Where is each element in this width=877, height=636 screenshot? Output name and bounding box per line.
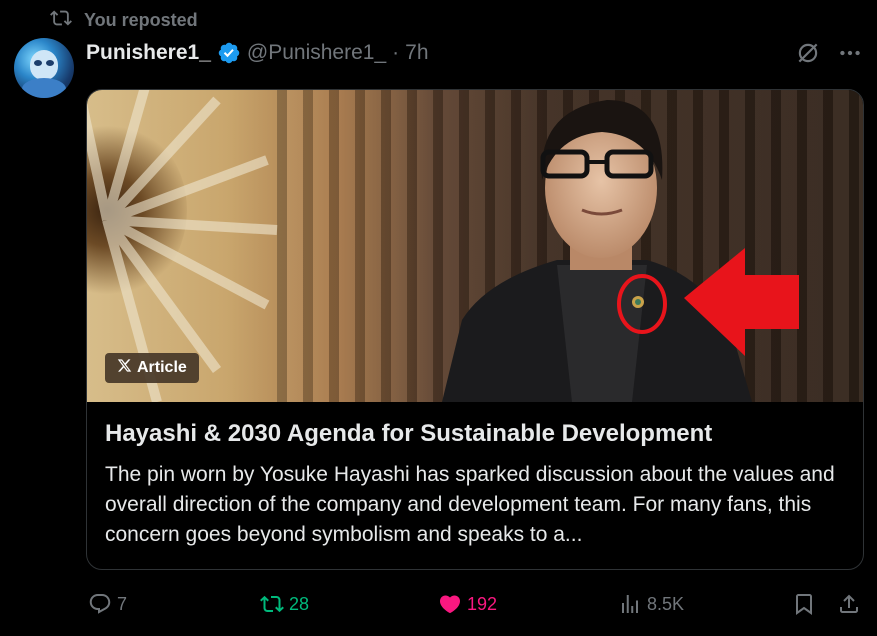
action-bar: 7 28 192 8.5K [88,590,864,618]
article-title[interactable]: Hayashi & 2030 Agenda for Sustainable De… [105,420,712,448]
article-image: Article [87,90,863,402]
share-icon [837,592,861,616]
bookmark-button[interactable] [792,590,816,618]
like-button[interactable]: 192 [438,590,497,618]
repost-icon [50,7,72,34]
share-button[interactable] [837,590,861,618]
post-time[interactable]: 7h [405,41,428,65]
reply-icon [88,592,112,616]
article-badge-label: Article [137,359,187,376]
reply-button[interactable]: 7 [88,590,127,618]
heart-icon [438,592,462,616]
repost-button[interactable]: 28 [260,590,309,618]
repost-count: 28 [289,593,310,614]
like-count: 192 [467,593,498,614]
views-chart-icon [618,592,642,616]
avatar[interactable] [14,38,74,98]
header-icons [795,38,863,68]
article-badge: Article [105,353,199,383]
repost-indicator[interactable]: You reposted [50,8,198,32]
grok-icon[interactable] [795,40,821,66]
views-count: 8.5K [647,593,685,614]
article-card[interactable]: Article Hayashi & 2030 Agenda for Sustai… [86,89,864,570]
article-description: The pin worn by Yosuke Hayashi has spark… [105,463,835,546]
bookmark-icon [792,592,816,616]
reply-count: 7 [117,593,128,614]
separator-dot: · [392,41,400,64]
author-name[interactable]: Punishere1_ [86,41,211,65]
views-button[interactable]: 8.5K [618,590,684,618]
more-icon[interactable] [837,40,863,66]
post-header: Punishere1_ @Punishere1_ · 7h [86,38,429,68]
verified-badge-icon[interactable] [217,41,241,65]
author-handle[interactable]: @Punishere1_ [247,41,386,65]
x-logo-icon [117,358,132,378]
repost-label: You reposted [84,9,198,30]
repost-icon [260,592,284,616]
